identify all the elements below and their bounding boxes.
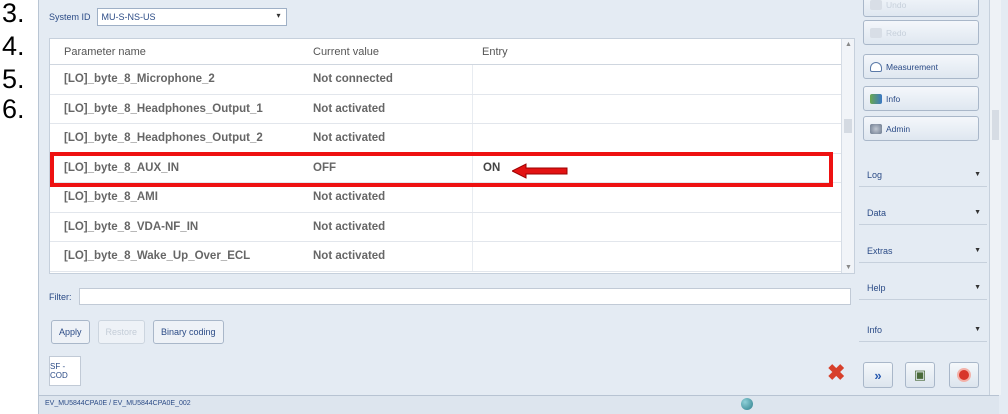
chevron-down-icon: ▼ bbox=[974, 326, 981, 333]
info-label: Info bbox=[886, 93, 901, 104]
parameter-name: [LO]_byte_8_AMI bbox=[64, 191, 158, 204]
section-log-label: Log bbox=[867, 169, 883, 180]
stop-icon[interactable] bbox=[949, 362, 979, 388]
section-log[interactable]: Log ▼ bbox=[859, 163, 987, 187]
section-help-label: Help bbox=[867, 282, 886, 293]
entry-cell[interactable] bbox=[472, 212, 840, 241]
step-numbers: 3. 4. 5. 6. bbox=[0, 0, 38, 125]
redo-button[interactable]: Redo bbox=[863, 20, 979, 45]
entry-cell[interactable] bbox=[472, 124, 840, 153]
scroll-up-icon[interactable]: ▲ bbox=[845, 41, 852, 48]
current-value: Not connected bbox=[313, 73, 393, 86]
filter-label: Filter: bbox=[49, 291, 72, 302]
header-current-value[interactable]: Current value bbox=[307, 46, 472, 58]
section-info-label: Info bbox=[867, 324, 883, 335]
table-scrollbar[interactable]: ▲ ▼ bbox=[841, 39, 854, 273]
step-6: 6. bbox=[2, 94, 25, 124]
cancel-x-icon[interactable]: ✖ bbox=[827, 360, 845, 386]
undo-label: Undo bbox=[886, 0, 907, 10]
scroll-down-icon[interactable]: ▼ bbox=[845, 264, 852, 271]
table-row[interactable]: [LO]_byte_8_Microphone_2 Not connected bbox=[50, 65, 854, 95]
globe-icon bbox=[741, 398, 753, 410]
redo-label: Redo bbox=[886, 27, 907, 38]
save-screen-icon[interactable]: ▣ bbox=[905, 362, 935, 388]
measurement-label: Measurement bbox=[886, 61, 938, 72]
parameter-name: [LO]_byte_8_Microphone_2 bbox=[64, 73, 215, 86]
highlight-box bbox=[50, 152, 833, 187]
filter-row: Filter: bbox=[49, 288, 851, 305]
section-help[interactable]: Help ▼ bbox=[859, 276, 987, 300]
chevron-down-icon: ▼ bbox=[974, 284, 981, 291]
admin-label: Admin bbox=[886, 123, 911, 134]
gauge-icon bbox=[870, 61, 882, 72]
status-text: EV_MU5844CPA0E / EV_MU5844CPA0E_002 bbox=[45, 400, 191, 407]
chevron-down-icon: ▼ bbox=[974, 209, 981, 216]
current-value: Not activated bbox=[313, 132, 386, 145]
step-5: 5. bbox=[2, 64, 25, 94]
right-panel-scrollbar[interactable] bbox=[989, 0, 1001, 395]
entry-cell[interactable] bbox=[472, 65, 840, 94]
apply-button[interactable]: Apply bbox=[51, 320, 90, 344]
scrollbar-thumb[interactable] bbox=[992, 110, 999, 140]
undo-icon bbox=[870, 0, 882, 10]
parameter-name: [LO]_byte_8_Headphones_Output_1 bbox=[64, 102, 263, 115]
parameter-name: [LO]_byte_8_Wake_Up_Over_ECL bbox=[64, 250, 251, 263]
section-data-label: Data bbox=[867, 207, 887, 218]
table-row[interactable]: [LO]_byte_8_VDA-NF_IN Not activated bbox=[50, 212, 854, 242]
system-id-row: System ID MU-S-NS-US ▾ bbox=[49, 6, 287, 28]
header-entry[interactable]: Entry bbox=[472, 46, 840, 58]
admin-icon bbox=[870, 123, 882, 134]
step-3: 3. bbox=[2, 0, 25, 28]
scrollbar-thumb[interactable] bbox=[844, 119, 852, 133]
entry-cell[interactable] bbox=[472, 183, 840, 212]
current-value: Not activated bbox=[313, 220, 386, 233]
system-id-value: MU-S-NS-US bbox=[101, 12, 156, 22]
entry-cell[interactable] bbox=[472, 242, 840, 271]
section-info[interactable]: Info ▼ bbox=[859, 318, 987, 342]
right-panel: Undo Redo Measurement Info Admin Log ▼ D… bbox=[859, 0, 1001, 395]
section-extras[interactable]: Extras ▼ bbox=[859, 239, 987, 263]
status-bar: EV_MU5844CPA0E / EV_MU5844CPA0E_002 bbox=[39, 395, 999, 414]
current-value: Not activated bbox=[313, 102, 386, 115]
section-data[interactable]: Data ▼ bbox=[859, 201, 987, 225]
admin-button[interactable]: Admin bbox=[863, 116, 979, 141]
step-4: 4. bbox=[2, 31, 25, 61]
chevron-down-icon: ▼ bbox=[974, 171, 981, 178]
table-header: Parameter name Current value Entry bbox=[50, 39, 854, 65]
table-row[interactable]: [LO]_byte_8_AMI Not activated bbox=[50, 183, 854, 213]
dropdown-arrow-icon: ▾ bbox=[276, 11, 281, 20]
filter-input[interactable] bbox=[79, 288, 851, 305]
table-row[interactable]: [LO]_byte_8_Wake_Up_Over_ECL Not activat… bbox=[50, 242, 854, 272]
system-id-select[interactable]: MU-S-NS-US ▾ bbox=[96, 8, 287, 26]
current-value: Not activated bbox=[313, 250, 386, 263]
info-button[interactable]: Info bbox=[863, 86, 979, 111]
sf-cod-tab[interactable]: SF - COD bbox=[49, 356, 81, 386]
info-icon bbox=[870, 93, 882, 104]
undo-button[interactable]: Undo bbox=[863, 0, 979, 17]
chevron-down-icon: ▼ bbox=[974, 247, 981, 254]
forward-icon[interactable]: » bbox=[863, 362, 893, 388]
restore-button[interactable]: Restore bbox=[97, 320, 146, 344]
redo-icon bbox=[870, 27, 882, 38]
action-buttons: Apply Restore Binary coding bbox=[51, 320, 224, 344]
system-id-label: System ID bbox=[49, 12, 91, 22]
measurement-button[interactable]: Measurement bbox=[863, 54, 979, 79]
odis-window: System ID MU-S-NS-US ▾ Parameter name Cu… bbox=[38, 0, 1008, 414]
section-extras-label: Extras bbox=[867, 245, 893, 256]
parameter-name: [LO]_byte_8_Headphones_Output_2 bbox=[64, 132, 263, 145]
header-parameter-name[interactable]: Parameter name bbox=[50, 46, 307, 58]
entry-cell[interactable] bbox=[472, 94, 840, 123]
parameter-name: [LO]_byte_8_VDA-NF_IN bbox=[64, 220, 199, 233]
current-value: Not activated bbox=[313, 191, 386, 204]
red-arrow-icon bbox=[512, 163, 568, 179]
table-row[interactable]: [LO]_byte_8_Headphones_Output_2 Not acti… bbox=[50, 124, 854, 154]
table-row[interactable]: [LO]_byte_8_Headphones_Output_1 Not acti… bbox=[50, 94, 854, 124]
binary-coding-button[interactable]: Binary coding bbox=[153, 320, 224, 344]
